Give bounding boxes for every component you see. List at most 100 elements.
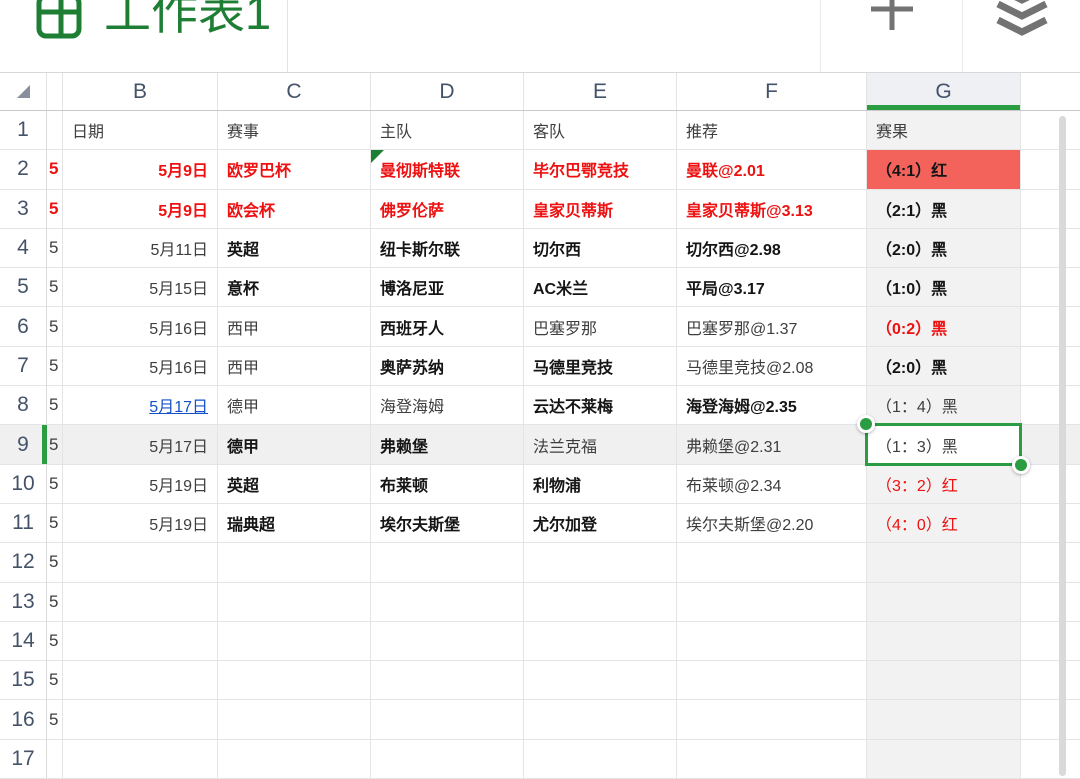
cell-H15[interactable] bbox=[1021, 661, 1080, 700]
row-header-14[interactable]: 14 bbox=[0, 622, 47, 661]
cell-A13[interactable]: 5 bbox=[47, 583, 63, 622]
row-header-11[interactable]: 11 bbox=[0, 504, 47, 543]
row-header-15[interactable]: 15 bbox=[0, 661, 47, 700]
cell-G14[interactable] bbox=[867, 622, 1021, 661]
cell-G6[interactable]: （0:2）黑 bbox=[867, 307, 1021, 346]
cell-E7[interactable]: 马德里竞技 bbox=[524, 347, 677, 386]
col-header-B[interactable]: B bbox=[63, 73, 218, 110]
cell-B17[interactable] bbox=[63, 740, 218, 779]
cell-E17[interactable] bbox=[524, 740, 677, 779]
cell-A3[interactable]: 5 bbox=[47, 190, 63, 229]
cell-E1[interactable]: 客队 bbox=[524, 111, 677, 150]
cell-H16[interactable] bbox=[1021, 700, 1080, 739]
cell-B5[interactable]: 5月15日 bbox=[63, 268, 218, 307]
cell-C4[interactable]: 英超 bbox=[218, 229, 371, 268]
cell-G10[interactable]: （3：2）红 bbox=[867, 465, 1021, 504]
cell-E6[interactable]: 巴塞罗那 bbox=[524, 307, 677, 346]
cell-H2[interactable] bbox=[1021, 150, 1080, 189]
cell-D1[interactable]: 主队 bbox=[371, 111, 524, 150]
cell-B2[interactable]: 5月9日 bbox=[63, 150, 218, 189]
cell-G5[interactable]: （1:0）黑 bbox=[867, 268, 1021, 307]
cell-A6[interactable]: 5 bbox=[47, 307, 63, 346]
cell-A2[interactable]: 5 bbox=[47, 150, 63, 189]
cell-H13[interactable] bbox=[1021, 583, 1080, 622]
cell-A17[interactable] bbox=[47, 740, 63, 779]
col-header-D[interactable]: D bbox=[371, 73, 524, 110]
cell-B4[interactable]: 5月11日 bbox=[63, 229, 218, 268]
cell-B14[interactable] bbox=[63, 622, 218, 661]
select-all-button[interactable] bbox=[0, 73, 47, 110]
cell-D16[interactable] bbox=[371, 700, 524, 739]
cell-E4[interactable]: 切尔西 bbox=[524, 229, 677, 268]
cell-D5[interactable]: 博洛尼亚 bbox=[371, 268, 524, 307]
cell-F2[interactable]: 曼联@2.01 bbox=[677, 150, 867, 189]
cell-C1[interactable]: 赛事 bbox=[218, 111, 371, 150]
cell-C14[interactable] bbox=[218, 622, 371, 661]
cell-F4[interactable]: 切尔西@2.98 bbox=[677, 229, 867, 268]
cell-C3[interactable]: 欧会杯 bbox=[218, 190, 371, 229]
cell-B12[interactable] bbox=[63, 543, 218, 582]
cell-H14[interactable] bbox=[1021, 622, 1080, 661]
cell-C8[interactable]: 德甲 bbox=[218, 386, 371, 425]
cell-C17[interactable] bbox=[218, 740, 371, 779]
row-header-7[interactable]: 7 bbox=[0, 347, 47, 386]
cell-A10[interactable]: 5 bbox=[47, 465, 63, 504]
cell-F11[interactable]: 埃尔夫斯堡@2.20 bbox=[677, 504, 867, 543]
col-header-H[interactable] bbox=[1021, 73, 1080, 110]
cell-H11[interactable] bbox=[1021, 504, 1080, 543]
row-header-12[interactable]: 12 bbox=[0, 543, 47, 582]
cell-F1[interactable]: 推荐 bbox=[677, 111, 867, 150]
add-sheet-button[interactable] bbox=[820, 0, 963, 72]
cell-D8[interactable]: 海登海姆 bbox=[371, 386, 524, 425]
cell-C11[interactable]: 瑞典超 bbox=[218, 504, 371, 543]
col-header-E[interactable]: E bbox=[524, 73, 677, 110]
row-header-6[interactable]: 6 bbox=[0, 307, 47, 346]
cell-E11[interactable]: 尤尔加登 bbox=[524, 504, 677, 543]
cell-A15[interactable]: 5 bbox=[47, 661, 63, 700]
col-header-A[interactable] bbox=[47, 73, 63, 110]
cell-B16[interactable] bbox=[63, 700, 218, 739]
cell-G16[interactable] bbox=[867, 700, 1021, 739]
cell-F3[interactable]: 皇家贝蒂斯@3.13 bbox=[677, 190, 867, 229]
vertical-scrollbar[interactable] bbox=[1059, 116, 1066, 776]
cell-A11[interactable]: 5 bbox=[47, 504, 63, 543]
cell-D12[interactable] bbox=[371, 543, 524, 582]
row-header-16[interactable]: 16 bbox=[0, 700, 47, 739]
cell-F5[interactable]: 平局@3.17 bbox=[677, 268, 867, 307]
cell-C7[interactable]: 西甲 bbox=[218, 347, 371, 386]
cell-H5[interactable] bbox=[1021, 268, 1080, 307]
cell-H10[interactable] bbox=[1021, 465, 1080, 504]
cell-D11[interactable]: 埃尔夫斯堡 bbox=[371, 504, 524, 543]
cell-B1[interactable]: 日期 bbox=[63, 111, 218, 150]
cell-H6[interactable] bbox=[1021, 307, 1080, 346]
cell-G7[interactable]: （2:0）黑 bbox=[867, 347, 1021, 386]
cell-B7[interactable]: 5月16日 bbox=[63, 347, 218, 386]
cell-E10[interactable]: 利物浦 bbox=[524, 465, 677, 504]
cell-E14[interactable] bbox=[524, 622, 677, 661]
cell-F6[interactable]: 巴塞罗那@1.37 bbox=[677, 307, 867, 346]
cell-G1[interactable]: 赛果 bbox=[867, 111, 1021, 150]
cell-D10[interactable]: 布莱顿 bbox=[371, 465, 524, 504]
cell-D9[interactable]: 弗赖堡 bbox=[371, 425, 524, 464]
cell-G3[interactable]: （2:1）黑 bbox=[867, 190, 1021, 229]
cell-B11[interactable]: 5月19日 bbox=[63, 504, 218, 543]
cell-E8[interactable]: 云达不莱梅 bbox=[524, 386, 677, 425]
cell-B9[interactable]: 5月17日 bbox=[63, 425, 218, 464]
col-header-C[interactable]: C bbox=[218, 73, 371, 110]
cell-B6[interactable]: 5月16日 bbox=[63, 307, 218, 346]
cell-B10[interactable]: 5月19日 bbox=[63, 465, 218, 504]
cell-G11[interactable]: （4：0）红 bbox=[867, 504, 1021, 543]
col-header-G[interactable]: G bbox=[867, 73, 1021, 110]
cell-D14[interactable] bbox=[371, 622, 524, 661]
cell-A1[interactable] bbox=[47, 111, 63, 150]
cell-G12[interactable] bbox=[867, 543, 1021, 582]
cell-C5[interactable]: 意杯 bbox=[218, 268, 371, 307]
cell-C12[interactable] bbox=[218, 543, 371, 582]
cell-A7[interactable]: 5 bbox=[47, 347, 63, 386]
cell-H17[interactable] bbox=[1021, 740, 1080, 779]
cell-H7[interactable] bbox=[1021, 347, 1080, 386]
cell-C16[interactable] bbox=[218, 700, 371, 739]
cell-F15[interactable] bbox=[677, 661, 867, 700]
cell-C10[interactable]: 英超 bbox=[218, 465, 371, 504]
cell-D7[interactable]: 奥萨苏纳 bbox=[371, 347, 524, 386]
